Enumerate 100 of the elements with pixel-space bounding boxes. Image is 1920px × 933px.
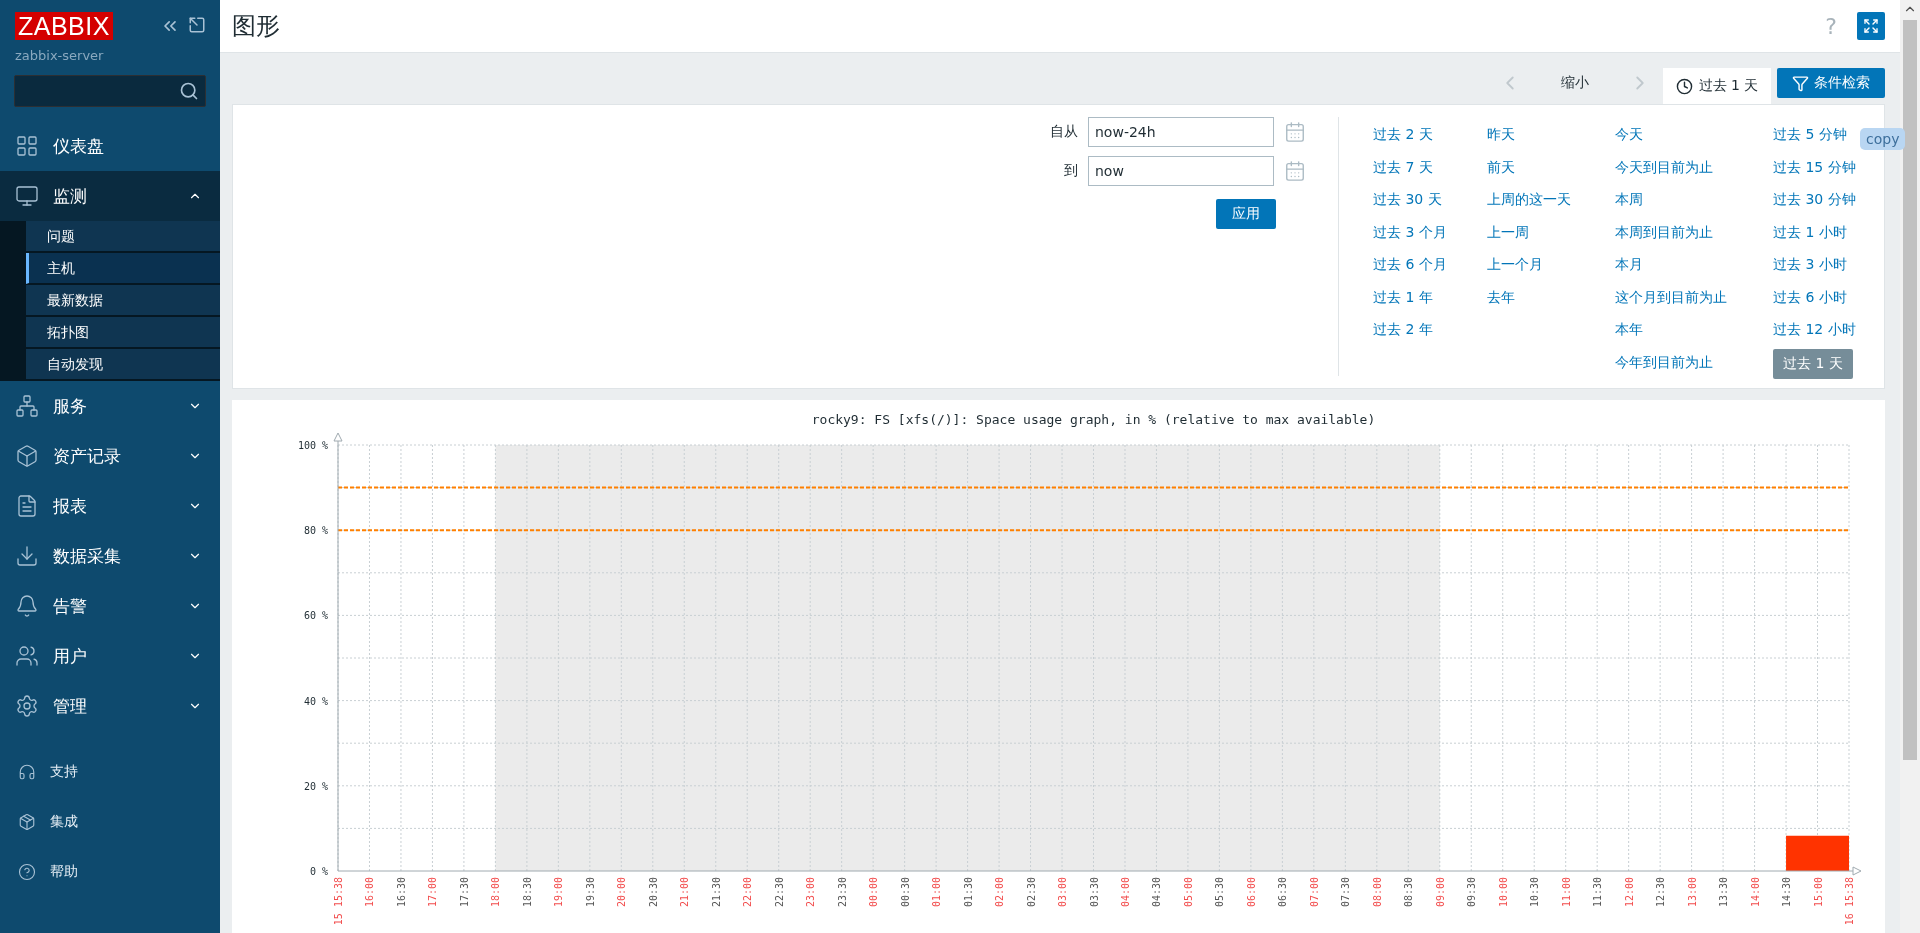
quick-range-link[interactable]: 本周 bbox=[1615, 184, 1643, 217]
quick-range-link[interactable]: 过去 6 个月 bbox=[1373, 249, 1447, 282]
menu-item[interactable]: 监测 bbox=[0, 171, 220, 221]
x-tick-label: 11:00 bbox=[1560, 877, 1572, 908]
menu-item[interactable]: 用户 bbox=[0, 631, 220, 681]
quick-range-link[interactable]: 过去 15 分钟 bbox=[1773, 151, 1856, 184]
time-input[interactable]: now bbox=[1088, 156, 1274, 186]
x-tick-label: 01:00 bbox=[931, 877, 943, 908]
window-arrow-icon[interactable] bbox=[188, 16, 206, 34]
quick-range-link[interactable]: 过去 2 年 bbox=[1373, 314, 1433, 347]
submenu-item[interactable]: 主机 bbox=[26, 253, 220, 284]
y-tick-label: 60 % bbox=[303, 610, 328, 622]
x-tick-label: 00:30 bbox=[899, 877, 911, 908]
quick-range-link[interactable]: 去年 bbox=[1487, 281, 1515, 314]
chart-title: rocky9: FS [xfs(/)]: Space usage graph, in % (relative to max available) bbox=[811, 412, 1376, 427]
x-tick-label: 17:30 bbox=[458, 877, 470, 908]
menu-item[interactable]: 管理 bbox=[0, 681, 220, 731]
clock-icon bbox=[1675, 77, 1693, 95]
x-tick-label: 22:00 bbox=[742, 877, 754, 908]
quick-range-link[interactable]: 今天到目前为止 bbox=[1615, 151, 1713, 184]
bell-icon bbox=[15, 594, 39, 618]
x-tick-label: 13:30 bbox=[1718, 877, 1730, 908]
x-tick-label: 16 15:38 bbox=[1844, 877, 1855, 926]
quick-range-link[interactable]: 昨天 bbox=[1487, 119, 1515, 152]
zoom-out-button[interactable]: 缩小 bbox=[1533, 68, 1617, 98]
fullscreen-button[interactable] bbox=[1857, 12, 1885, 40]
quick-range-link[interactable]: 今天 bbox=[1615, 119, 1643, 152]
quick-range-link[interactable]: 过去 7 天 bbox=[1373, 151, 1433, 184]
x-tick-label: 06:30 bbox=[1277, 877, 1289, 908]
y-tick-label: 80 % bbox=[303, 525, 328, 537]
quick-range-link[interactable]: 过去 6 小时 bbox=[1773, 281, 1847, 314]
footer-link[interactable]: 集成 bbox=[0, 797, 220, 847]
quick-range-link[interactable]: 本周到目前为止 bbox=[1615, 216, 1713, 249]
field-label: 自从 bbox=[1050, 123, 1078, 141]
x-tick-label: 05:00 bbox=[1182, 877, 1194, 908]
monitor-icon bbox=[15, 184, 39, 208]
menu-item[interactable]: 报表 bbox=[0, 481, 220, 531]
users-icon bbox=[15, 644, 39, 668]
quick-range-link[interactable]: 过去 30 分钟 bbox=[1773, 184, 1856, 217]
apply-button[interactable]: 应用 bbox=[1216, 199, 1276, 229]
field-label: 到 bbox=[1064, 162, 1078, 180]
x-tick-label: 21:30 bbox=[710, 877, 722, 908]
logo[interactable]: ZABBIX bbox=[15, 12, 113, 40]
menu-item[interactable]: 服务 bbox=[0, 381, 220, 431]
quick-range-link[interactable]: 本年 bbox=[1615, 314, 1643, 347]
x-tick-label: 06:00 bbox=[1245, 877, 1257, 908]
quick-range-link[interactable]: 这个月到目前为止 bbox=[1615, 281, 1727, 314]
x-tick-label: 03:30 bbox=[1088, 877, 1100, 908]
calendar-icon[interactable] bbox=[1284, 160, 1306, 182]
search-icon[interactable] bbox=[179, 81, 199, 101]
x-tick-label: 13:00 bbox=[1686, 877, 1698, 908]
y-tick-label: 20 % bbox=[303, 780, 328, 792]
x-tick-label: 09:00 bbox=[1434, 877, 1446, 908]
quick-range-link[interactable]: 上一个月 bbox=[1487, 249, 1543, 282]
quick-range-link[interactable]: 本月 bbox=[1615, 249, 1643, 282]
download-icon bbox=[15, 544, 39, 568]
submenu-item[interactable]: 最新数据 bbox=[26, 285, 220, 316]
footer-link[interactable]: 支持 bbox=[0, 747, 220, 797]
x-tick-label: 18:30 bbox=[521, 877, 533, 908]
quick-range-link[interactable]: 过去 30 天 bbox=[1373, 184, 1442, 217]
quick-range-link[interactable]: 过去 3 个月 bbox=[1373, 216, 1447, 249]
submenu-item[interactable]: 拓扑图 bbox=[26, 317, 220, 348]
x-tick-label: 23:00 bbox=[805, 877, 817, 908]
search-field[interactable] bbox=[14, 75, 206, 107]
quick-range-link[interactable]: 过去 5 分钟 bbox=[1773, 119, 1847, 152]
time-input[interactable]: now-24h bbox=[1088, 117, 1274, 147]
x-tick-label: 07:00 bbox=[1308, 877, 1320, 908]
quick-range-link[interactable]: 过去 3 小时 bbox=[1773, 249, 1847, 282]
footer-link[interactable]: 帮助 bbox=[0, 847, 220, 897]
network-icon bbox=[15, 394, 39, 418]
quick-range-link[interactable]: 上一周 bbox=[1487, 216, 1529, 249]
menu-item[interactable]: 数据采集 bbox=[0, 531, 220, 581]
document-icon bbox=[15, 494, 39, 518]
quick-range-link[interactable]: 今年到目前为止 bbox=[1615, 346, 1713, 379]
menu-item[interactable]: 资产记录 bbox=[0, 431, 220, 481]
x-tick-label: 10:00 bbox=[1497, 877, 1509, 908]
menu-item[interactable]: 仪表盘 bbox=[0, 121, 220, 171]
copy-badge[interactable]: copy bbox=[1860, 128, 1906, 150]
x-tick-label: 12:00 bbox=[1623, 877, 1635, 908]
quick-range-link[interactable]: 过去 1 天 bbox=[1773, 348, 1853, 379]
quick-range-link[interactable]: 过去 1 年 bbox=[1373, 281, 1433, 314]
x-tick-label: 15 15:38 bbox=[333, 877, 344, 926]
quick-range-link[interactable]: 过去 1 小时 bbox=[1773, 216, 1847, 249]
scrollbar[interactable] bbox=[1900, 0, 1920, 933]
submenu-item[interactable]: 自动发现 bbox=[26, 349, 220, 380]
filter-button[interactable]: 条件检索 bbox=[1777, 68, 1885, 98]
quick-range-link[interactable]: 上周的这一天 bbox=[1487, 184, 1571, 217]
x-tick-label: 21:00 bbox=[679, 877, 691, 908]
quick-range-link[interactable]: 过去 2 天 bbox=[1373, 119, 1433, 152]
submenu-item[interactable]: 问题 bbox=[26, 221, 220, 252]
quick-range-link[interactable]: 前天 bbox=[1487, 151, 1515, 184]
calendar-icon[interactable] bbox=[1284, 121, 1306, 143]
x-tick-label: 01:30 bbox=[962, 877, 974, 908]
x-tick-label: 07:30 bbox=[1340, 877, 1352, 908]
menu-item[interactable]: 告警 bbox=[0, 581, 220, 631]
quick-range-link[interactable]: 过去 12 小时 bbox=[1773, 314, 1856, 347]
x-tick-label: 09:30 bbox=[1466, 877, 1478, 908]
x-tick-label: 22:30 bbox=[773, 877, 785, 908]
time-range-tab[interactable]: 过去 1 天 bbox=[1663, 68, 1771, 104]
x-tick-label: 00:00 bbox=[868, 877, 880, 908]
